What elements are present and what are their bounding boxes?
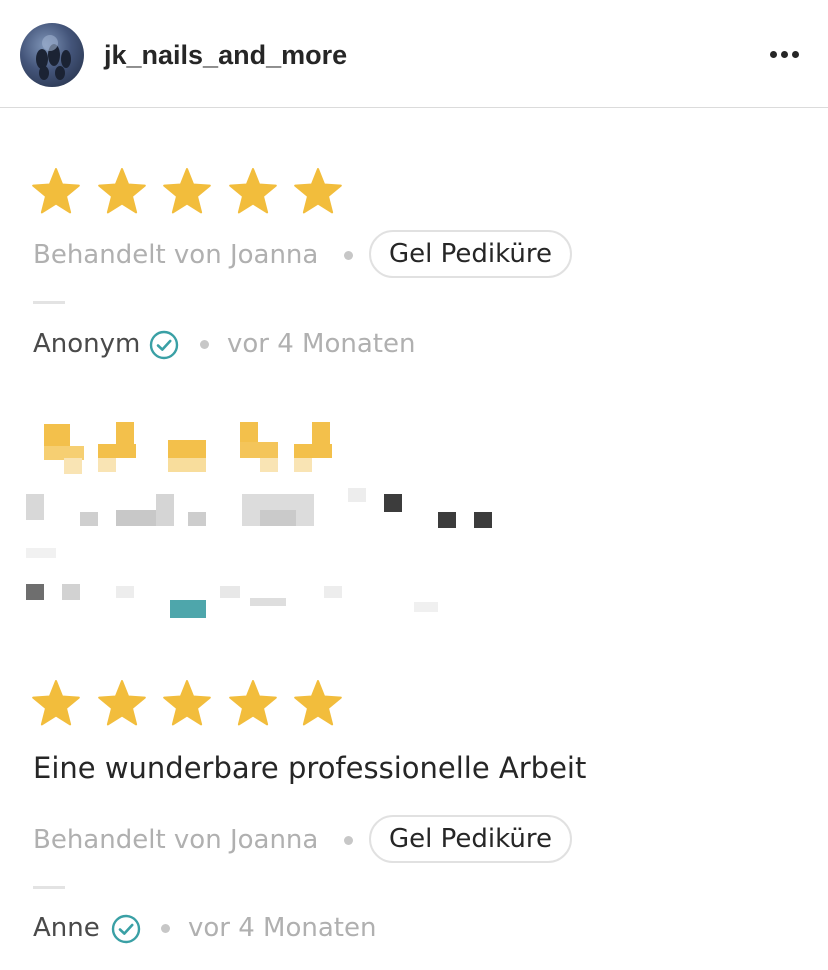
more-options-button[interactable] [760,36,808,72]
verified-check-icon [111,914,141,944]
star-icon [163,680,211,726]
star-icon [97,168,146,214]
verified-check-icon [149,330,179,360]
star-icon [32,168,80,214]
separator-dot [344,251,353,260]
star-icon [228,168,277,214]
star-icon [32,680,80,726]
avatar[interactable] [20,23,84,87]
nails-photo-icon [36,35,71,80]
review-meta: Behandelt von Joanna Gel Pediküre [33,230,733,280]
separator-dot [344,836,353,845]
author-name: Anne [33,913,100,943]
review-author: Anonym vor 4 Monaten [33,324,633,364]
star-icon [163,168,211,214]
review-title: Eine wunderbare professionelle Arbeit [33,751,587,785]
more-dot [792,51,799,58]
divider-dash [33,301,65,304]
star-icon [294,680,342,726]
author-name: Anonym [33,329,141,359]
star-rating [32,168,362,218]
more-horizontal-icon [770,51,777,58]
service-tag[interactable]: Gel Pediküre [369,230,572,278]
star-icon [228,680,277,726]
post-header: jk_nails_and_more [0,0,828,108]
star-icon [294,168,342,214]
treated-by-label: Behandelt von Joanna [33,825,319,855]
star-icon [97,680,146,726]
review-author: Anne vor 4 Monaten [33,908,633,948]
more-dot [781,51,788,58]
service-tag[interactable]: Gel Pediküre [369,815,572,863]
time-ago: vor 4 Monaten [227,329,416,359]
separator-dot [161,924,170,933]
star-rating [32,680,362,730]
time-ago: vor 4 Monaten [188,913,377,943]
censored-review [24,418,524,628]
username[interactable]: jk_nails_and_more [104,38,347,72]
separator-dot [200,340,209,349]
review-meta: Behandelt von Joanna Gel Pediküre [33,815,733,865]
divider-dash [33,886,65,889]
treated-by-label: Behandelt von Joanna [33,240,319,270]
